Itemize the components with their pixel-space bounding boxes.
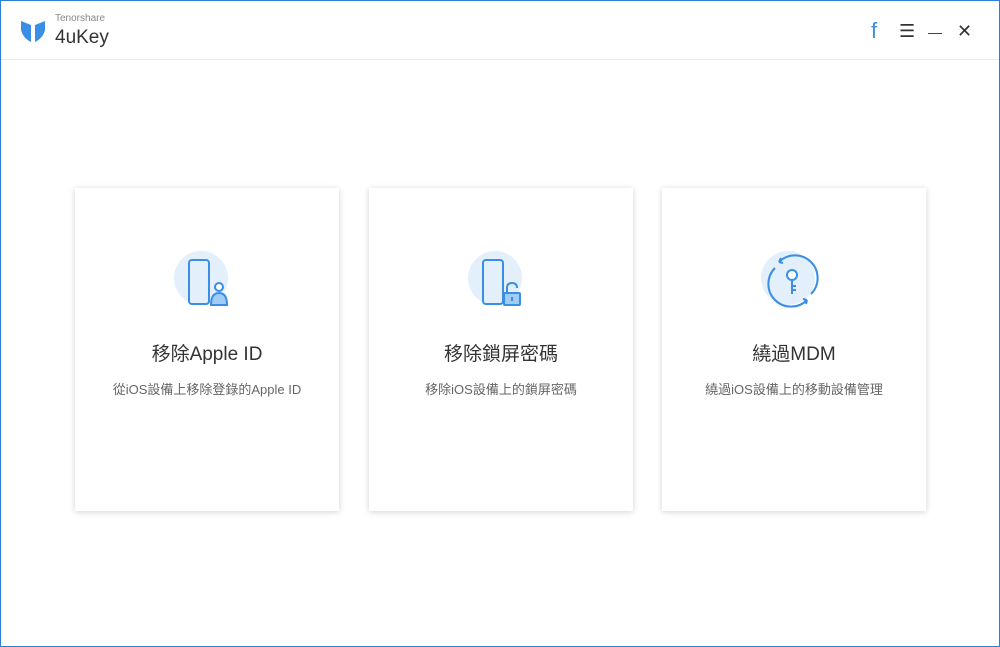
app-window: Tenorshare 4uKey f ☰ — ✕ 移除Apple ID 從iOS…: [0, 0, 1000, 647]
card-title: 移除鎖屏密碼: [443, 344, 558, 365]
bypass-mdm-card[interactable]: 繞過MDM 繞過iOS設備上的移動設備管理: [662, 188, 926, 511]
card-title: 移除Apple ID: [151, 344, 263, 365]
title-bar: Tenorshare 4uKey f ☰ — ✕: [1, 1, 999, 60]
card-description: 從iOS設備上移除登錄的Apple ID: [112, 382, 302, 397]
phone-lock-icon: [468, 251, 522, 306]
phone-user-icon: [174, 251, 229, 306]
remove-apple-id-card[interactable]: 移除Apple ID 從iOS設備上移除登錄的Apple ID: [75, 188, 339, 511]
product-name: 4uKey: [55, 27, 109, 48]
card-description: 移除iOS設備上的鎖屏密碼: [425, 382, 577, 397]
menu-icon[interactable]: ☰: [899, 19, 915, 43]
company-name: Tenorshare: [55, 13, 106, 24]
facebook-icon[interactable]: f: [871, 19, 877, 43]
minimize-icon[interactable]: —: [928, 20, 942, 44]
tenorshare-logo-icon: [21, 21, 45, 42]
remove-screen-lock-card[interactable]: 移除鎖屏密碼 移除iOS設備上的鎖屏密碼: [369, 188, 633, 511]
card-description: 繞過iOS設備上的移動設備管理: [705, 382, 883, 397]
card-title: 繞過MDM: [752, 344, 836, 365]
close-icon[interactable]: ✕: [957, 19, 972, 43]
key-cycle-icon: [761, 251, 819, 308]
